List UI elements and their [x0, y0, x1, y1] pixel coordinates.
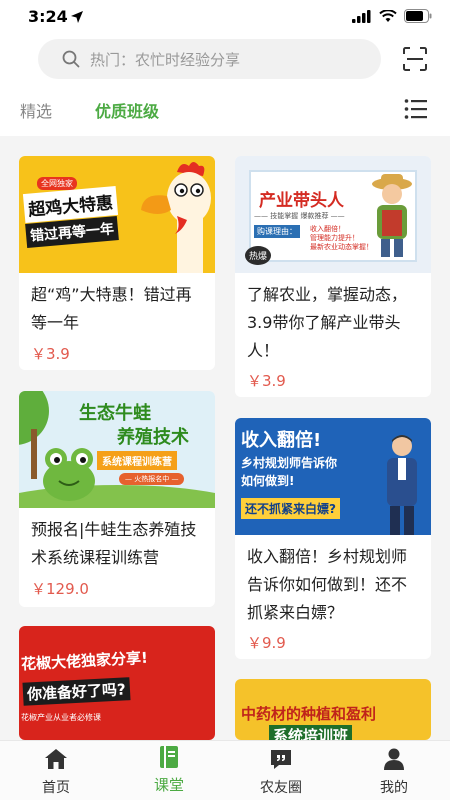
nav-profile-label: 我的: [380, 780, 408, 796]
nav-classroom[interactable]: 课堂: [124, 741, 214, 800]
banner-headline: 生态牛蛙: [79, 403, 151, 424]
course-card[interactable]: 产业带头人 —— 技能掌握 爆款推荐 —— 购课理由： 收入翻倍！ 管理能力提升…: [235, 156, 431, 397]
course-price: ￥3.9: [247, 372, 286, 390]
banner-subline: 你准备好了吗?: [22, 677, 131, 706]
status-bar: 3:24: [0, 0, 450, 34]
farmer-illustration: [372, 174, 412, 257]
banner-headline: 产业带头人: [259, 191, 344, 211]
course-title: 预报名|牛蛙生态养殖技术系统课程训练营: [31, 520, 197, 567]
nav-classroom-label: 课堂: [153, 776, 184, 794]
course-price: ￥129.0: [31, 580, 89, 598]
course-card[interactable]: 全网独家 超鸡大特惠 错过再等一年 超“鸡”大特惠！错过再等一年 ￥3.9: [19, 156, 215, 370]
category-tabs: 精选 优质班级: [0, 84, 450, 136]
course-card[interactable]: 花椒大佬独家分享! 你准备好了吗? 花椒产业从业者必修课: [19, 626, 215, 740]
battery-icon: [404, 9, 432, 23]
course-card[interactable]: 中药材的种植和盈利 系统培训班: [235, 679, 431, 740]
banner-badge: 全网独家: [37, 177, 77, 190]
banner-subline-2: 如何做到!: [241, 474, 295, 488]
course-price: ￥3.9: [31, 345, 70, 363]
banner-tagline: —— 技能掌握 爆款推荐 ——: [254, 212, 345, 220]
signal-icon: [352, 9, 371, 23]
classroom-icon: [160, 746, 178, 768]
presenter-illustration: [387, 435, 417, 535]
banner-subline: 系统课程训练营: [97, 451, 177, 470]
community-icon: [271, 750, 291, 769]
course-card[interactable]: 生态牛蛙 养殖技术 系统课程训练营 — 火热报名中 — 预报名|牛蛙生态养殖技术…: [19, 391, 215, 607]
status-time: 3:24: [28, 7, 68, 26]
bottom-navigation: 首页 课堂 农友圈 我的: [0, 740, 450, 800]
course-title: 收入翻倍！乡村规划师告诉你如何做到！还不抓紧来白嫖？: [247, 547, 408, 622]
scan-icon[interactable]: [402, 46, 428, 72]
banner-subline: 系统培训班: [269, 725, 353, 740]
banner-hot-badge: 热爆: [245, 246, 272, 265]
nav-community[interactable]: 农友圈: [236, 741, 326, 800]
status-indicators: [352, 9, 432, 23]
search-bar-row: 热门：农忙时经验分享: [0, 34, 450, 84]
course-price: ￥9.9: [247, 634, 286, 652]
banner-headline: 中药材的种植和盈利: [241, 705, 377, 723]
location-arrow-icon: [71, 11, 83, 23]
search-icon: [62, 50, 80, 68]
banner-point: 最新农业动态掌握！: [310, 243, 373, 251]
banner-subline: 乡村规划师告诉你: [241, 456, 338, 470]
course-title: 超“鸡”大特惠！错过再等一年: [31, 285, 192, 332]
banner-tagline: 花椒产业从业者必修课: [21, 713, 101, 722]
banner-headline: 收入翻倍!: [241, 430, 322, 451]
search-input[interactable]: 热门：农忙时经验分享: [38, 39, 381, 79]
banner-cta: 还不抓紧来白嫖?: [241, 498, 340, 519]
course-banner-image: 生态牛蛙 养殖技术 系统课程训练营 — 火热报名中 —: [19, 391, 215, 508]
course-banner-image: 全网独家 超鸡大特惠 错过再等一年: [19, 156, 215, 273]
banner-status: — 火热报名中 —: [119, 473, 185, 485]
nav-home[interactable]: 首页: [11, 741, 101, 800]
frog-illustration: [43, 448, 95, 501]
banner-headline-2: 养殖技术: [117, 427, 189, 448]
wifi-icon: [379, 9, 397, 22]
tab-quality-classes[interactable]: 优质班级: [95, 98, 159, 122]
list-menu-icon[interactable]: [404, 98, 428, 120]
chicken-illustration: [141, 162, 211, 273]
profile-icon: [384, 748, 404, 770]
course-banner-image: 产业带头人 —— 技能掌握 爆款推荐 —— 购课理由： 收入翻倍！ 管理能力提升…: [235, 156, 431, 273]
home-icon: [45, 749, 67, 769]
nav-profile[interactable]: 我的: [349, 741, 439, 800]
nav-home-label: 首页: [42, 780, 70, 796]
course-title: 了解农业，掌握动态，3.9带你了解产业带头人！: [247, 285, 408, 360]
banner-reason-label: 购课理由：: [254, 225, 300, 238]
search-placeholder: 热门：农忙时经验分享: [90, 50, 241, 69]
course-banner-image: 中药材的种植和盈利 系统培训班: [235, 679, 431, 740]
banner-headline: 花椒大佬独家分享!: [20, 648, 149, 674]
tab-featured[interactable]: 精选: [20, 98, 52, 122]
course-banner-image: 花椒大佬独家分享! 你准备好了吗? 花椒产业从业者必修课: [19, 626, 215, 740]
nav-community-label: 农友圈: [260, 780, 302, 796]
course-card[interactable]: 收入翻倍! 乡村规划师告诉你 如何做到! 还不抓紧来白嫖? 收入翻倍！乡村规划师…: [235, 418, 431, 659]
course-banner-image: 收入翻倍! 乡村规划师告诉你 如何做到! 还不抓紧来白嫖?: [235, 418, 431, 535]
